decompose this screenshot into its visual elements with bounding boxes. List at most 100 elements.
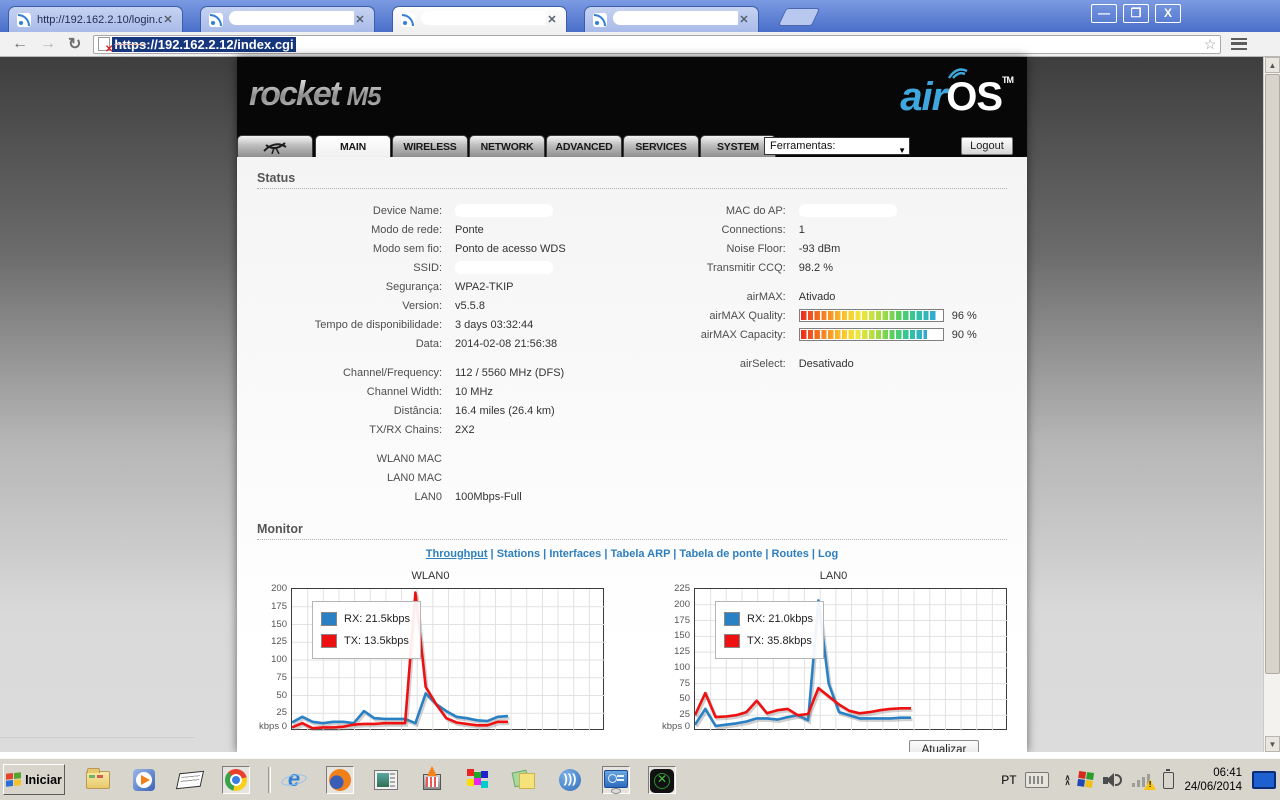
ferramentas-select[interactable]: Ferramentas: ▼ xyxy=(764,137,910,155)
status-value: 10 MHz xyxy=(455,385,493,398)
control-panel-icon[interactable] xyxy=(602,766,630,794)
nav-tab-main[interactable]: MAIN xyxy=(315,135,391,157)
start-button[interactable]: Iniciar xyxy=(3,764,65,795)
status-row: Version: v5.5.8 xyxy=(257,296,653,315)
monitor-link-routes[interactable]: Routes xyxy=(772,548,809,560)
sticky-notes-icon[interactable] xyxy=(510,766,538,794)
y-tick-label: 150 xyxy=(271,618,287,630)
address-book-icon[interactable] xyxy=(175,766,205,794)
volume-icon[interactable] xyxy=(1103,772,1123,788)
monitor-heading: Monitor xyxy=(257,522,1007,540)
scroll-down-arrow[interactable]: ▼ xyxy=(1265,736,1280,752)
new-tab-button[interactable] xyxy=(777,8,821,26)
internet-explorer-icon[interactable]: e xyxy=(280,766,308,794)
restore-button[interactable]: ❐ xyxy=(1123,4,1149,23)
legend-swatch xyxy=(321,634,337,648)
language-indicator[interactable]: PT xyxy=(1001,773,1016,787)
status-row: Noise Floor: -93 dBm xyxy=(661,239,1007,258)
browser-tab[interactable]: http://192.162.2.10/login.cg ✕ xyxy=(8,6,183,32)
network-warning-icon[interactable]: ! xyxy=(1132,772,1157,790)
winbox-icon[interactable]: ))) xyxy=(556,766,584,794)
monitor-link-tabela-de-ponte[interactable]: Tabela de ponte xyxy=(679,548,762,560)
logout-button[interactable]: Logout xyxy=(961,137,1013,155)
media-player-icon[interactable] xyxy=(130,766,158,794)
start-label: Iniciar xyxy=(25,772,62,787)
monitor-icon[interactable] xyxy=(1252,771,1276,789)
page-scrollbar[interactable]: ▲ ▼ xyxy=(1263,57,1280,752)
explorer-icon xyxy=(86,768,110,789)
tab-ubnt-logo[interactable] xyxy=(237,135,313,157)
tab-close-icon[interactable]: ✕ xyxy=(546,14,558,26)
clock[interactable]: 06:41 24/06/2014 xyxy=(1184,766,1242,794)
image-viewer-icon[interactable] xyxy=(372,766,400,794)
chevron-up-icon[interactable]: ∧ ∧ xyxy=(1065,774,1071,787)
nav-tab-advanced[interactable]: ADVANCED xyxy=(546,135,622,157)
firefox-icon[interactable] xyxy=(326,766,354,794)
status-value xyxy=(455,204,553,217)
radar-icon xyxy=(650,769,674,793)
status-label: airSelect: xyxy=(739,357,786,370)
scroll-up-arrow[interactable]: ▲ xyxy=(1265,57,1280,73)
status-value: Desativado xyxy=(798,357,854,370)
url-text[interactable]: https://192.162.2.12/index.cgi xyxy=(112,36,296,52)
nav-tab-network[interactable]: NETWORK xyxy=(469,135,545,157)
browser-tab[interactable]: ✕ xyxy=(392,6,567,32)
airos-favicon-icon xyxy=(209,12,223,27)
status-row: Modo de rede: Ponte xyxy=(257,220,653,239)
tab-title xyxy=(229,11,354,28)
monitor-link-log[interactable]: Log xyxy=(818,548,838,560)
monitor-link-throughput[interactable]: Throughput xyxy=(426,548,488,560)
y-tick-label: 225 xyxy=(674,583,690,594)
back-button[interactable]: ← xyxy=(12,35,28,53)
close-window-button[interactable]: X xyxy=(1155,4,1181,23)
insecure-page-icon[interactable] xyxy=(98,37,113,55)
y-tick-label: 75 xyxy=(276,671,287,683)
burn-tool-icon[interactable] xyxy=(418,766,446,794)
keyboard-icon[interactable] xyxy=(1024,772,1049,788)
status-label: Segurança: xyxy=(385,280,442,293)
y-tick-label: 200 xyxy=(271,583,287,594)
monitor-link-stations[interactable]: Stations xyxy=(497,548,540,560)
status-value: v5.5.8 xyxy=(455,299,485,312)
chevron-down-icon: ▼ xyxy=(898,146,906,155)
bookmark-star-icon[interactable]: ☆ xyxy=(1204,36,1217,53)
url-rest: ://192.162.2.12/index.cgi xyxy=(146,36,294,52)
y-tick-label: 100 xyxy=(271,654,287,665)
airos-page: rocket M5 airOSTM MAIN WIRELESS NETWORK ADV… xyxy=(237,57,1027,761)
address-bar[interactable]: https://192.162.2.12/index.cgi ☆ xyxy=(93,34,1222,55)
status-label: Modo de rede: xyxy=(371,223,442,236)
scroll-thumb[interactable] xyxy=(1265,74,1280,674)
chart-plot-area: RX: 21.0kbps TX: 35.8kbps xyxy=(693,588,1008,731)
avg-icon[interactable] xyxy=(1077,770,1095,789)
status-section: Device Name: Modo de rede: Ponte Modo sem f… xyxy=(237,189,1027,506)
minimize-button[interactable]: — xyxy=(1091,4,1117,23)
tab-close-icon[interactable]: ✕ xyxy=(738,14,750,26)
battery-icon[interactable] xyxy=(1163,768,1175,789)
browser-tab[interactable]: ✕ xyxy=(584,6,759,32)
legend-entry: TX: 13.5kbps xyxy=(321,630,410,652)
y-tick-label: 150 xyxy=(674,630,690,642)
tab-close-icon[interactable]: ✕ xyxy=(354,14,366,26)
nav-tab-services[interactable]: SERVICES xyxy=(623,135,699,157)
chart-legend: RX: 21.0kbps TX: 35.8kbps xyxy=(715,601,825,659)
explorer-icon[interactable] xyxy=(84,766,112,794)
browser-tab[interactable]: ✕ xyxy=(200,6,375,32)
chrome-menu-icon[interactable] xyxy=(1231,38,1248,50)
window-controls: — ❐ X xyxy=(1085,4,1181,23)
monitor-link-tabela-arp[interactable]: Tabela ARP xyxy=(611,548,671,560)
legend-entry: TX: 35.8kbps xyxy=(724,630,813,652)
monitor-link-interfaces[interactable]: Interfaces xyxy=(549,548,601,560)
reload-button[interactable]: ↻ xyxy=(68,34,81,54)
status-label: Version: xyxy=(402,299,442,312)
forward-button[interactable]: → xyxy=(40,35,56,53)
chart-lan0: LAN0 25 50 75 100 125 150 175 200 225 kbps 0 RX: 21… xyxy=(660,570,1008,732)
legend-entry: RX: 21.5kbps xyxy=(321,608,410,630)
status-label: Data: xyxy=(415,337,442,350)
ferramentas-label: Ferramentas: xyxy=(770,140,836,152)
chrome-icon[interactable] xyxy=(222,766,250,794)
chrome-icon xyxy=(225,769,247,791)
radar-icon[interactable] xyxy=(648,766,676,794)
nav-tab-wireless[interactable]: WIRELESS xyxy=(392,135,468,157)
color-cluster-icon[interactable] xyxy=(464,766,492,794)
tab-close-icon[interactable]: ✕ xyxy=(162,14,174,26)
